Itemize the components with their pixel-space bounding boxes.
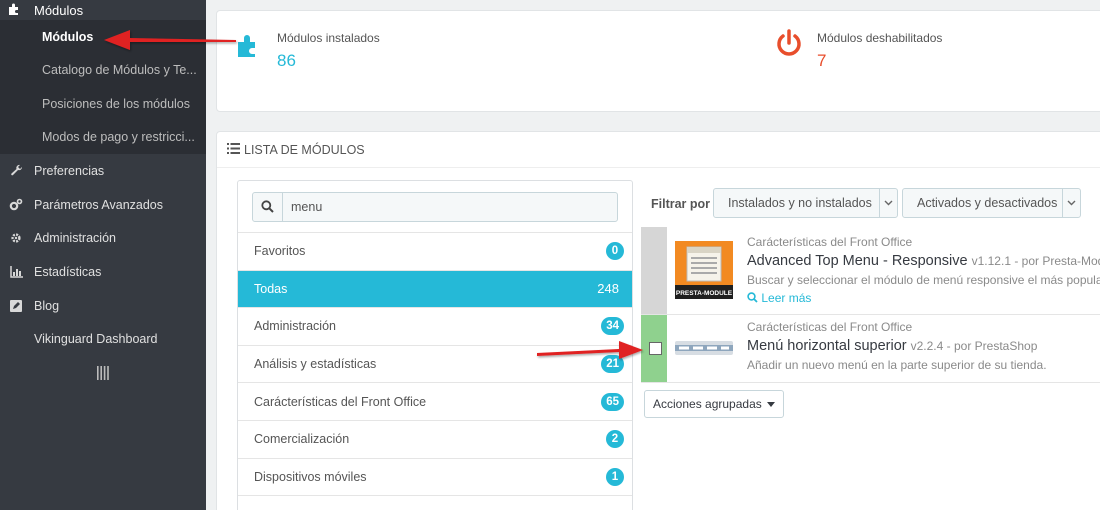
active-filter-select[interactable]: Activados y desactivados: [902, 188, 1081, 218]
list-icon: [227, 142, 240, 157]
module-meta: v2.2.4 - por PrestaShop: [910, 339, 1038, 353]
gear-icon: [8, 232, 24, 244]
pencil-icon: [8, 299, 24, 312]
sidebar-item-modulos[interactable]: Módulos: [0, 0, 206, 20]
category-count-badge: 248: [597, 281, 619, 297]
sidebar-subitem-positions[interactable]: Posiciones de los módulos: [0, 87, 206, 121]
panel-header: LISTA DE MÓDULOS: [217, 132, 1100, 168]
module-row[interactable]: PRESTA-MODULE Carácterísticas del Front …: [641, 227, 1100, 315]
category-label: Dispositivos móviles: [254, 469, 367, 484]
sidebar: Módulos Módulos Catalogo de Módulos y Te…: [0, 0, 206, 510]
power-icon: [775, 29, 803, 62]
panel-title: LISTA DE MÓDULOS: [244, 142, 365, 157]
read-more-label: Leer más: [761, 291, 812, 305]
chevron-down-icon: [1062, 189, 1080, 217]
sidebar-subitem-label: Modos de pago y restricci...: [42, 130, 195, 145]
sidebar-item-stats[interactable]: Estadísticas: [0, 255, 206, 289]
category-count-badge: 34: [601, 317, 624, 336]
read-more-link[interactable]: Leer más: [747, 291, 811, 305]
active-filter-value: Activados y desactivados: [917, 196, 1058, 210]
sidebar-collapse-icon[interactable]: [0, 356, 206, 390]
module-category: Carácterísticas del Front Office: [747, 320, 913, 334]
sidebar-item-advanced[interactable]: Parámetros Avanzados: [0, 188, 206, 222]
module-name: Advanced Top Menu - Responsive v1.12.1 -…: [747, 253, 1100, 269]
sidebar-item-blog[interactable]: Blog: [0, 289, 206, 323]
category-count-badge: 1: [606, 467, 624, 486]
puzzle-icon: [8, 2, 26, 19]
search-icon[interactable]: [253, 192, 283, 221]
annotation-arrow: [104, 30, 236, 50]
caret-down-icon: [766, 401, 775, 407]
wrench-icon: [8, 164, 24, 177]
module-select-checkbox[interactable]: [649, 342, 662, 355]
annotation-arrow: [537, 341, 643, 359]
sidebar-item-preferences[interactable]: Preferencias: [0, 154, 206, 188]
sidebar-subitem-label: Catalogo de Módulos y Te...: [42, 63, 197, 78]
category-todas[interactable]: Todas 248: [238, 270, 632, 309]
installed-filter-value: Instalados y no instalados: [728, 196, 872, 210]
thumb-brand-label: PRESTA-MODULE: [676, 290, 733, 297]
category-label: Favoritos: [254, 244, 306, 259]
sidebar-item-label: Vikinguard Dashboard: [34, 332, 158, 347]
module-stats-panel: Módulos instalados 86 Módulos deshabilit…: [216, 10, 1100, 112]
sidebar-item-label: Parámetros Avanzados: [34, 197, 164, 212]
installed-count: 86: [277, 51, 296, 70]
bar-chart-icon: [8, 265, 24, 278]
category-moviles[interactable]: Dispositivos móviles 1: [238, 459, 632, 497]
module-category: Carácterísticas del Front Office: [747, 235, 913, 249]
module-list-panel: LISTA DE MÓDULOS Favoritos 0 Todas 248 Adm…: [216, 131, 1100, 510]
category-label: Comercialización: [254, 432, 350, 447]
sidebar-item-label: Preferencias: [34, 163, 105, 178]
module-thumbnail: PRESTA-MODULE: [675, 241, 733, 302]
category-count-badge: 65: [601, 392, 624, 411]
search-area: [238, 181, 632, 233]
category-label: Administración: [254, 319, 336, 334]
category-label: Carácterísticas del Front Office: [254, 394, 427, 409]
bulk-actions-button[interactable]: Acciones agrupadas: [644, 390, 784, 418]
category-count-badge: 2: [606, 430, 624, 449]
sidebar-item-label: Blog: [34, 298, 60, 313]
category-label: Todas: [254, 281, 288, 296]
module-description: Añadir un nuevo menú en la parte superio…: [747, 358, 1047, 372]
search-field: [252, 191, 618, 222]
category-comercializacion[interactable]: Comercialización 2: [238, 421, 632, 459]
bulk-actions-label: Acciones agrupadas: [653, 397, 762, 411]
search-icon: [747, 292, 758, 303]
sidebar-subitem-catalog[interactable]: Catalogo de Módulos y Te...: [0, 54, 206, 88]
installed-label: Módulos instalados: [277, 31, 380, 45]
module-meta: v1.12.1 - por Presta-Module: [971, 254, 1100, 268]
disabled-label: Módulos deshabilitados: [817, 31, 943, 45]
module-name-text: Advanced Top Menu - Responsive: [747, 253, 968, 269]
sidebar-item-administration[interactable]: Administración: [0, 221, 206, 255]
status-strip: [641, 227, 667, 314]
module-row[interactable]: Carácterísticas del Front Office Menú ho…: [641, 315, 1100, 383]
disabled-stat: Módulos deshabilitados 7: [817, 31, 942, 71]
installed-stat: Módulos instalados 86: [277, 31, 380, 71]
gears-icon: [8, 198, 24, 211]
module-name: Menú horizontal superior v2.2.4 - por Pr…: [747, 338, 1037, 354]
category-count-badge: 0: [606, 242, 624, 261]
sidebar-subitem-label: Módulos: [42, 29, 94, 44]
category-favoritos[interactable]: Favoritos 0: [238, 233, 632, 271]
filter-label: Filtrar por: [651, 197, 711, 211]
sidebar-subitem-label: Posiciones de los módulos: [42, 96, 190, 111]
disabled-count: 7: [817, 51, 827, 70]
sidebar-item-label: Administración: [34, 231, 116, 246]
category-label: Análisis y estadísticas: [254, 357, 377, 372]
module-description: Buscar y seleccionar el módulo de menú r…: [747, 273, 1100, 287]
sidebar-subitem-payment[interactable]: Modos de pago y restricci...: [0, 121, 206, 155]
search-input[interactable]: [283, 192, 617, 221]
sidebar-item-label: Estadísticas: [34, 264, 102, 279]
module-name-text: Menú horizontal superior: [747, 338, 907, 354]
installed-filter-select[interactable]: Instalados y no instalados: [713, 188, 898, 218]
sidebar-item-label: Módulos: [34, 2, 84, 18]
sidebar-item-vikinguard[interactable]: Vikinguard Dashboard: [0, 322, 206, 356]
chevron-down-icon: [879, 189, 897, 217]
module-thumbnail: [675, 337, 733, 362]
category-next[interactable]: [238, 496, 632, 510]
category-front-office[interactable]: Carácterísticas del Front Office 65: [238, 383, 632, 421]
